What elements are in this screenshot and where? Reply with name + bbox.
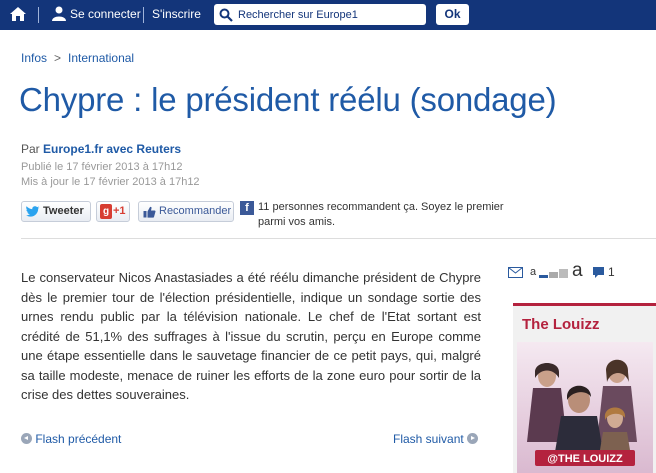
divider [21, 238, 656, 239]
poster-caption: @THE LOUIZZ [547, 453, 623, 465]
next-flash-label: Flash suivant [393, 432, 464, 446]
font-size-level [539, 275, 548, 278]
tweet-label: Tweeter [43, 205, 84, 217]
byline-prefix: Par [21, 142, 40, 156]
font-size-level [559, 269, 568, 278]
search-box [214, 4, 426, 25]
top-navigation-bar: Se connecter S'inscrire Ok [0, 0, 656, 30]
thumbs-up-icon [143, 206, 156, 218]
page-title: Chypre : le président réélu (sondage) [19, 81, 557, 118]
search-icon [219, 8, 233, 22]
email-icon[interactable] [508, 267, 523, 278]
divider [143, 7, 144, 23]
breadcrumb: Infos > International [21, 51, 134, 65]
arrow-left-icon [21, 433, 32, 444]
divider [38, 7, 39, 23]
recommend-label: Recommander [159, 205, 232, 217]
breadcrumb-separator: > [54, 51, 62, 65]
login-link[interactable]: Se connecter [70, 7, 141, 21]
previous-flash-link[interactable]: Flash précédent [21, 432, 121, 446]
comment-count[interactable]: 1 [608, 265, 615, 279]
previous-flash-label: Flash précédent [35, 432, 122, 446]
decrease-font-button[interactable]: a [530, 266, 536, 278]
next-flash-link[interactable]: Flash suivant [393, 432, 479, 446]
published-date: Publié le 17 février 2013 à 17h12 [21, 161, 183, 173]
search-submit-button[interactable]: Ok [436, 4, 469, 25]
plus-one-label: +1 [113, 205, 126, 217]
font-size-level [549, 272, 558, 278]
breadcrumb-item-international[interactable]: International [68, 51, 134, 65]
sidebar-promo: The Louizz @THE LOUIZZ [513, 303, 656, 473]
facebook-icon: f [240, 201, 254, 215]
signup-link[interactable]: S'inscrire [152, 7, 201, 21]
sidebar-heading[interactable]: The Louizz [522, 316, 600, 333]
byline: Par Europe1.fr avec Reuters [21, 142, 181, 156]
article-body: Le conservateur Nicos Anastasiades a été… [21, 270, 481, 402]
google-plus-icon: g [100, 204, 112, 219]
google-plus-one-button[interactable]: g +1 [96, 201, 130, 222]
breadcrumb-item-infos[interactable]: Infos [21, 51, 47, 65]
promo-poster-image[interactable]: @THE LOUIZZ [517, 342, 653, 473]
comment-icon[interactable] [592, 266, 605, 279]
user-icon [52, 6, 66, 21]
home-icon[interactable] [9, 6, 27, 22]
byline-author-link[interactable]: Europe1.fr avec Reuters [43, 142, 181, 156]
search-input[interactable] [238, 7, 422, 22]
arrow-right-icon [467, 433, 479, 444]
tweet-button[interactable]: Tweeter [21, 201, 91, 222]
increase-font-button[interactable]: a [572, 260, 583, 282]
facebook-recommend-button[interactable]: Recommander [138, 201, 234, 222]
facebook-recommend-text: 11 personnes recommandent ça. Soyez le p… [258, 201, 504, 228]
twitter-bird-icon [26, 206, 40, 217]
updated-date: Mis à jour le 17 février 2013 à 17h12 [21, 176, 200, 188]
